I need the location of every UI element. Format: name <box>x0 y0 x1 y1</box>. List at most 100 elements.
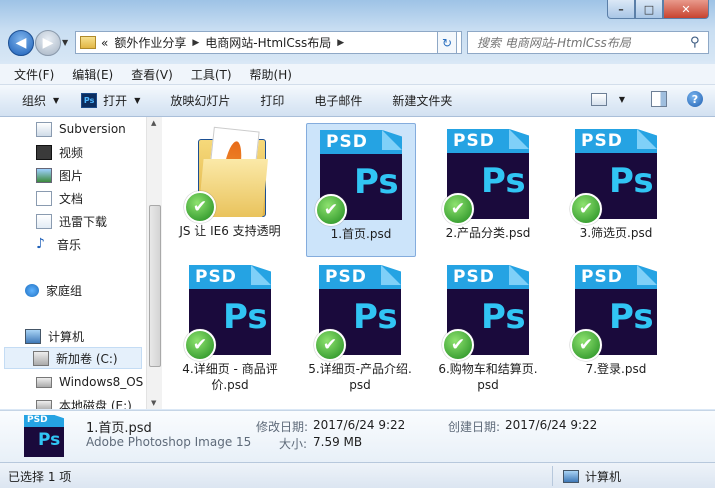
computer-icon <box>563 470 579 483</box>
file-item[interactable]: PSD Ps ✔ 7.登录.psd <box>562 259 670 391</box>
selection-count: 已选择 1 项 <box>8 470 72 484</box>
file-item[interactable]: PSD Ps ✔ 4.详细页 - 商品评价.psd <box>176 259 284 392</box>
file-name: 1.首页.psd <box>330 227 392 241</box>
file-list: ✔ JS 让 IE6 支持透明 PSD Ps ✔ 1.首页.psd PSD Ps… <box>162 117 715 409</box>
details-file-name: 1.首页.psd <box>86 421 152 436</box>
psd-tag: PSD <box>453 267 495 287</box>
address-bar[interactable]: « 额外作业分享 ▶ 电商网站-HtmlCss布局 ▶ ▼ <box>75 31 462 54</box>
new-folder-button[interactable]: 新建文件夹 <box>392 92 452 109</box>
breadcrumb-item[interactable]: 额外作业分享 <box>114 34 186 51</box>
documents-icon <box>36 190 52 206</box>
nav-item-label: Windows8_OS ( <box>59 375 146 389</box>
sync-check-icon: ✔ <box>570 329 602 361</box>
details-file-type: Adobe Photoshop Image 15 <box>86 435 252 449</box>
nav-item-pictures[interactable]: 图片 <box>36 164 83 186</box>
preview-pane-icon[interactable] <box>651 91 667 107</box>
search-input[interactable] <box>475 34 690 51</box>
library-icon <box>36 121 52 137</box>
scroll-up-icon[interactable]: ▲ <box>151 119 156 127</box>
drive-icon <box>36 399 52 409</box>
breadcrumb-separator-icon[interactable]: ▶ <box>192 38 199 48</box>
drive-icon <box>36 376 52 388</box>
status-divider <box>552 466 553 486</box>
nav-item-label: Subversion <box>59 122 126 136</box>
file-item[interactable]: PSD Ps ✔ 3.筛选页.psd <box>562 123 670 255</box>
email-button[interactable]: 电子邮件 <box>314 92 362 109</box>
homegroup-icon <box>25 283 39 297</box>
back-arrow-icon: ◀ <box>15 35 27 51</box>
status-location: 计算机 <box>563 468 621 485</box>
menu-tools[interactable]: 工具(T) <box>191 66 232 83</box>
command-bar: 组织 ▼ Ps 打开 ▼ 放映幻灯片 打印 电子邮件 新建文件夹 ▼ ? <box>0 85 715 117</box>
nav-item-label: 音乐 <box>57 237 82 252</box>
file-item[interactable]: PSD Ps ✔ 2.产品分类.psd <box>434 123 542 255</box>
breadcrumb-separator-icon[interactable]: ▶ <box>337 38 344 48</box>
view-dropdown-icon[interactable]: ▼ <box>619 95 625 104</box>
close-button[interactable]: ✕ <box>663 0 709 19</box>
file-item[interactable]: ✔ JS 让 IE6 支持透明 <box>176 121 284 253</box>
nav-item-computer[interactable]: 计算机 <box>25 325 84 347</box>
file-item-selected[interactable]: PSD Ps ✔ 1.首页.psd <box>306 123 416 257</box>
photoshop-icon: Ps <box>81 93 98 108</box>
search-icon[interactable]: ⚲ <box>690 35 704 50</box>
scroll-down-icon[interactable]: ▼ <box>151 399 156 407</box>
file-item[interactable]: PSD Ps ✔ 6.购物车和结算页.psd <box>434 259 542 392</box>
print-button[interactable]: 打印 <box>260 92 284 109</box>
sync-check-icon: ✔ <box>314 329 346 361</box>
file-item[interactable]: PSD Ps ✔ 5.详细页-产品介绍.psd <box>306 259 414 392</box>
refresh-icon: ↻ <box>441 35 453 50</box>
menu-bar: 文件(F) 编辑(E) 查看(V) 工具(T) 帮助(H) <box>0 64 715 85</box>
back-button[interactable]: ◀ <box>8 30 34 56</box>
breadcrumb-item[interactable]: 电商网站-HtmlCss布局 <box>205 34 331 51</box>
status-bar: 已选择 1 项 计算机 <box>0 462 715 488</box>
change-view-icon[interactable] <box>590 92 607 106</box>
details-pane: PSD Ps 1.首页.psd Adobe Photoshop Image 15… <box>0 410 715 462</box>
address-prefix[interactable]: « <box>101 36 108 50</box>
forward-arrow-icon: ▶ <box>42 35 54 51</box>
size-label: 大小: <box>279 437 308 451</box>
ps-glyph: Ps <box>223 297 268 337</box>
nav-item-music[interactable]: ♪ 音乐 <box>36 233 81 255</box>
nav-item-video[interactable]: 视频 <box>36 141 83 163</box>
nav-item-label: 迅雷下载 <box>59 214 108 229</box>
ps-glyph: Ps <box>481 297 526 337</box>
refresh-button[interactable]: ↻ <box>437 31 457 54</box>
organize-button[interactable]: 组织 ▼ <box>22 92 59 109</box>
status-location-label: 计算机 <box>585 470 622 484</box>
chevron-down-icon: ▼ <box>134 96 141 105</box>
recent-pages-dropdown[interactable]: ▼ <box>62 38 68 47</box>
menu-file[interactable]: 文件(F) <box>14 66 54 83</box>
nav-item-thunder[interactable]: 迅雷下载 <box>36 210 107 232</box>
psd-tag: PSD <box>195 267 237 287</box>
created-value: 2017/6/24 9:22 <box>505 418 598 432</box>
ps-glyph: Ps <box>609 297 654 337</box>
nav-item-documents[interactable]: 文档 <box>36 187 83 209</box>
minimize-button[interactable]: – <box>607 0 635 19</box>
modified-label: 修改日期: <box>256 420 309 434</box>
menu-edit[interactable]: 编辑(E) <box>72 66 113 83</box>
slideshow-button[interactable]: 放映幻灯片 <box>170 92 230 109</box>
nav-item-drive-win8[interactable]: Windows8_OS ( <box>36 371 146 393</box>
nav-scrollbar[interactable]: ▲ ▼ <box>146 117 162 409</box>
nav-item-homegroup[interactable]: 家庭组 <box>25 279 82 301</box>
menu-view[interactable]: 查看(V) <box>131 66 173 83</box>
search-box[interactable]: ⚲ <box>467 31 709 54</box>
nav-item-drive-e[interactable]: 本地磁盘 (E:) <box>36 394 132 409</box>
nav-item-subversion[interactable]: Subversion <box>36 118 126 140</box>
open-button[interactable]: Ps 打开 ▼ <box>81 92 140 109</box>
caption-buttons: – □ ✕ <box>607 0 709 19</box>
open-label: 打开 <box>103 94 128 108</box>
forward-button[interactable]: ▶ <box>35 30 61 56</box>
file-name: 3.筛选页.psd <box>579 226 653 240</box>
psd-tag: PSD <box>27 415 48 425</box>
nav-item-drive-c[interactable]: 新加卷 (C:) <box>4 347 142 369</box>
scrollbar-thumb[interactable] <box>149 205 161 367</box>
nav-item-label: 新加卷 (C:) <box>56 351 118 366</box>
download-icon <box>36 213 52 229</box>
chevron-down-icon: ▼ <box>53 96 60 105</box>
size-value: 7.59 MB <box>313 435 363 449</box>
maximize-button[interactable]: □ <box>635 0 663 19</box>
psd-tag: PSD <box>581 267 623 287</box>
help-icon[interactable]: ? <box>687 91 703 107</box>
menu-help[interactable]: 帮助(H) <box>250 66 292 83</box>
